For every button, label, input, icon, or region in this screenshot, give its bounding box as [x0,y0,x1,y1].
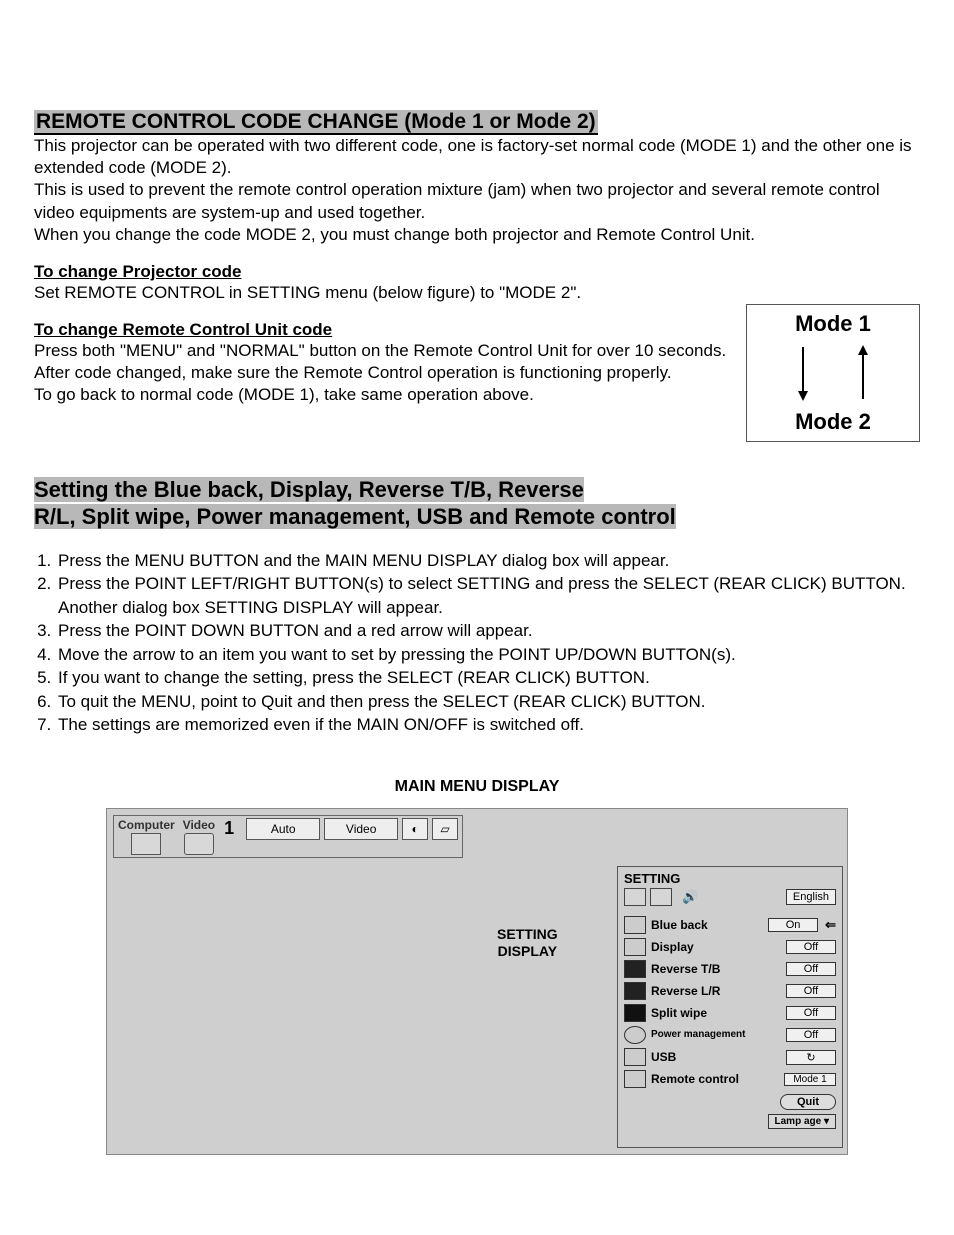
row-value: Off [786,1028,836,1042]
step-2: Press the POINT LEFT/RIGHT BUTTON(s) to … [56,572,920,619]
menu-screenshot: Computer Video 1 Auto Video ◐ ▱ [106,808,848,1155]
reverse-lr-icon [624,982,646,1000]
step-4: Move the arrow to an item you want to se… [56,643,920,666]
row-label: Reverse T/B [651,962,781,976]
row-value: Mode 1 [784,1073,836,1086]
reverse-tb-icon [624,960,646,978]
row-split-wipe[interactable]: Split wipe Off [624,1004,836,1022]
mode-1-label: Mode 1 [795,311,871,337]
menu-top-panel: Computer Video 1 Auto Video ◐ ▱ [107,809,847,864]
row-remote-control[interactable]: Remote control Mode 1 [624,1070,836,1088]
split-wipe-icon [624,1004,646,1022]
bulb-icon [624,1026,646,1044]
sub2-p1: Press both "MENU" and "NORMAL" button on… [34,340,734,362]
arrow-down-icon [796,345,810,401]
section-2-heading: Setting the Blue back, Display, Reverse … [34,476,920,531]
box-contrast-icon[interactable]: ◐ [402,818,428,840]
section-1-p1: This projector can be operated with two … [34,135,920,179]
row-label: Blue back [651,918,763,932]
computer-icon [131,833,161,855]
quit-button[interactable]: Quit [780,1094,836,1110]
tab-computer-label: Computer [118,818,175,832]
sub2-title: To change Remote Control Unit code [34,320,734,340]
step-1: Press the MENU BUTTON and the MAIN MENU … [56,549,920,572]
blue-back-icon [624,916,646,934]
row-label: Reverse L/R [651,984,781,998]
tab-video[interactable]: Video [183,818,215,855]
usb-icon [624,1048,646,1066]
row-blue-back[interactable]: Blue back On ⇐ [624,916,836,934]
sound-icon: 🔊 [682,889,698,905]
row-value: Off [786,1006,836,1020]
row-value: Off [786,984,836,998]
selection-arrow-icon: ⇐ [825,917,836,933]
selected-input-number: 1 [224,818,234,839]
row-label: Power management [651,1030,781,1040]
section-1-title: REMOTE CONTROL CODE CHANGE (Mode 1 or Mo… [34,110,598,135]
step-3: Press the POINT DOWN BUTTON and a red ar… [56,619,920,642]
setting-panel: SETTING 🔊 English Blue back On ⇐ [617,866,843,1148]
sub2-p3: To go back to normal code (MODE 1), take… [34,384,734,406]
instruction-steps: Press the MENU BUTTON and the MAIN MENU … [34,549,920,737]
row-label: Display [651,940,781,954]
section-1-heading: REMOTE CONTROL CODE CHANGE (Mode 1 or Mo… [34,108,920,135]
tab-computer[interactable]: Computer [118,818,175,855]
remote-icon [624,1070,646,1088]
video-icon [184,833,214,855]
setting-panel-title: SETTING [624,871,836,886]
row-reverse-lr[interactable]: Reverse L/R Off [624,982,836,1000]
setting-icon-1 [624,888,646,906]
display-icon [624,938,646,956]
arrow-up-icon [856,345,870,401]
section-2-title-l2: R/L, Split wipe, Power management, USB a… [34,504,676,529]
section-1-p2: This is used to prevent the remote contr… [34,179,920,223]
row-value: Off [786,940,836,954]
tab-video-label: Video [183,818,215,832]
row-value: Off [786,962,836,976]
step-7: The settings are memorized even if the M… [56,713,920,736]
row-reverse-tb[interactable]: Reverse T/B Off [624,960,836,978]
row-value: ↻ [786,1050,836,1065]
step-5: If you want to change the setting, press… [56,666,920,689]
sub1-body: Set REMOTE CONTROL in SETTING menu (belo… [34,282,920,304]
box-auto[interactable]: Auto [246,818,320,840]
section-1-p3: When you change the code MODE 2, you mus… [34,224,920,246]
language-select[interactable]: English [786,889,836,905]
row-label: Remote control [651,1072,779,1086]
row-value: On [768,918,818,932]
row-label: Split wipe [651,1006,781,1020]
section-2-title-l1: Setting the Blue back, Display, Reverse … [34,477,584,502]
setting-rows: Blue back On ⇐ Display Off Reverse T/B O… [624,916,836,1088]
menu-caption: MAIN MENU DISPLAY [34,778,920,796]
lamp-age-button[interactable]: Lamp age ▾ [768,1114,836,1129]
box-video[interactable]: Video [324,818,398,840]
top-left-group: Computer Video 1 Auto Video ◐ ▱ [113,815,463,858]
menu-left-area: SETTING DISPLAY [107,864,617,1154]
row-display[interactable]: Display Off [624,938,836,956]
row-label: USB [651,1050,781,1064]
setting-icon-2 [650,888,672,906]
mode-2-label: Mode 2 [795,409,871,435]
step-6: To quit the MENU, point to Quit and then… [56,690,920,713]
box-screen-icon[interactable]: ▱ [432,818,458,840]
row-power-management[interactable]: Power management Off [624,1026,836,1044]
sub1-title: To change Projector code [34,262,920,282]
setting-display-label: SETTING DISPLAY [497,926,558,960]
sub2-p2: After code changed, make sure the Remote… [34,362,734,384]
row-usb[interactable]: USB ↻ [624,1048,836,1066]
mode-diagram: Mode 1 Mode 2 [746,304,920,442]
